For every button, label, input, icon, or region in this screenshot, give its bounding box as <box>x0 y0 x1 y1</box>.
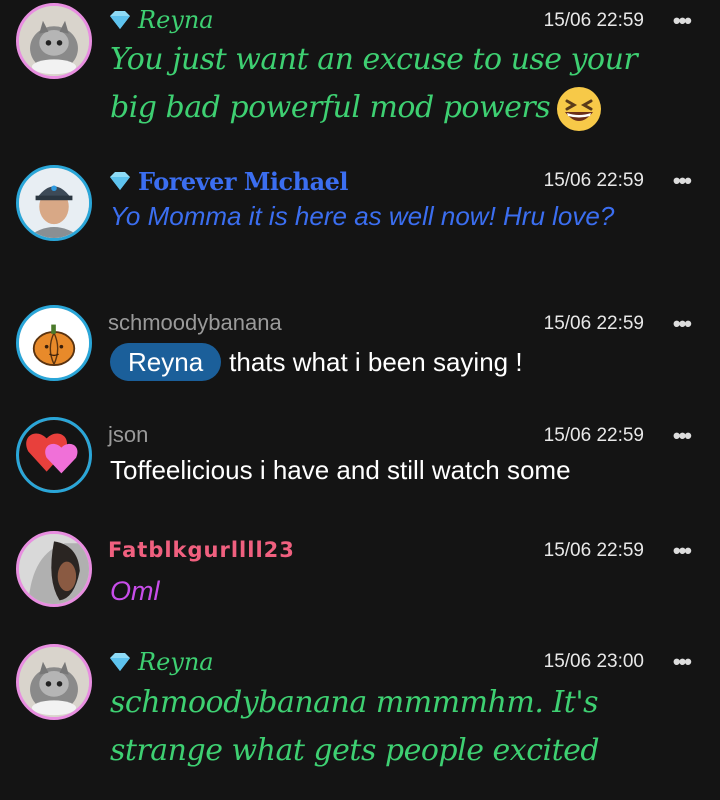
timestamp: 15/06 22:59 <box>543 10 644 31</box>
timestamp: 15/06 22:59 <box>543 313 644 334</box>
hearts-icon <box>19 420 89 490</box>
username[interactable]: json <box>108 422 148 448</box>
timestamp: 15/06 22:59 <box>543 170 644 191</box>
more-options-icon[interactable]: ••• <box>673 425 692 447</box>
cat-photo-icon <box>19 647 89 717</box>
diamond-icon <box>110 653 130 671</box>
message-text: Reyna thats what i been saying ! <box>110 339 690 385</box>
timestamp: 15/06 22:59 <box>543 425 644 446</box>
username[interactable]: Fatblkgurllll23 <box>108 538 295 562</box>
avatar[interactable] <box>16 3 92 79</box>
username[interactable]: Forever Michael <box>138 167 349 196</box>
diamond-icon <box>110 11 130 29</box>
username[interactable]: schmoodybanana <box>108 310 282 336</box>
more-options-icon[interactable]: ••• <box>673 313 692 335</box>
avatar[interactable] <box>16 165 92 241</box>
more-options-icon[interactable]: ••• <box>673 651 692 673</box>
message-text: schmoodybanana mmmmhm. It's strange what… <box>110 685 600 768</box>
avatar[interactable] <box>16 531 92 607</box>
pumpkin-icon <box>19 308 89 378</box>
username[interactable]: Reyna <box>138 6 214 34</box>
message-text: Toffeelicious i have and still watch som… <box>110 455 571 485</box>
message-text: Yo Momma it is here as well now! Hru lov… <box>110 201 615 231</box>
diamond-icon <box>110 172 130 190</box>
more-options-icon[interactable]: ••• <box>673 10 692 32</box>
username[interactable]: Reyna <box>138 648 214 676</box>
avatar[interactable] <box>16 644 92 720</box>
grinning-squinting-face-icon <box>557 87 602 131</box>
timestamp: 15/06 22:59 <box>543 540 644 561</box>
avatar[interactable] <box>16 305 92 381</box>
avatar[interactable] <box>16 417 92 493</box>
message-text: You just want an excuse to use your big … <box>110 36 690 132</box>
user-mention-chip[interactable]: Reyna <box>110 343 222 381</box>
cat-photo-icon <box>19 6 89 76</box>
message-text: Oml <box>110 576 160 606</box>
more-options-icon[interactable]: ••• <box>673 170 692 192</box>
timestamp: 15/06 23:00 <box>543 651 644 672</box>
profile-photo-icon <box>19 534 89 604</box>
more-options-icon[interactable]: ••• <box>673 540 692 562</box>
man-with-cap-photo-icon <box>19 168 89 238</box>
